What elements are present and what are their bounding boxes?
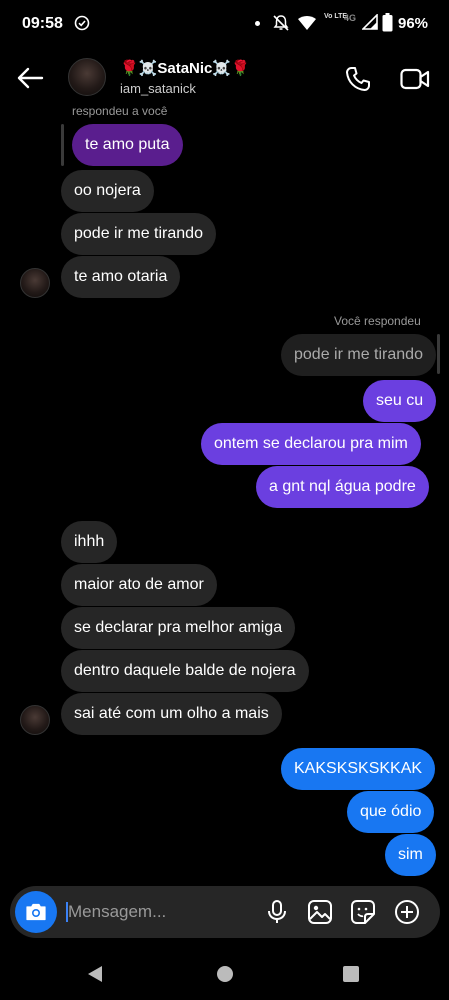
reply-line <box>437 334 440 374</box>
battery-level: 96% <box>398 15 429 32</box>
sender-avatar[interactable] <box>20 705 50 735</box>
battery-icon <box>382 13 393 32</box>
plus-circle-icon[interactable] <box>394 899 420 925</box>
reply-quote-bubble[interactable]: te amo puta <box>72 124 183 166</box>
message-outgoing[interactable]: ontem se declarou pra mim <box>201 423 421 465</box>
camera-button[interactable] <box>15 891 57 933</box>
reply-line <box>61 124 64 166</box>
contact-username[interactable]: iam_satanick <box>120 81 196 96</box>
microphone-icon[interactable] <box>264 899 290 925</box>
video-call-icon[interactable] <box>400 67 430 91</box>
network-label: 4G <box>344 13 357 23</box>
back-arrow-icon[interactable] <box>16 66 44 90</box>
contact-avatar[interactable] <box>68 58 106 96</box>
gallery-icon[interactable] <box>307 899 333 925</box>
message-composer: Mensagem... <box>10 886 440 938</box>
sticker-icon[interactable] <box>350 899 376 925</box>
contact-name-text: SataNic <box>157 60 213 77</box>
contact-name[interactable]: 🌹☠️SataNic☠️🌹 <box>120 59 250 77</box>
message-incoming[interactable]: ihhh <box>61 521 118 563</box>
check-circle-icon <box>74 15 90 31</box>
sender-avatar[interactable] <box>20 268 50 298</box>
message-incoming[interactable]: pode ir me tirando <box>61 213 216 255</box>
message-outgoing[interactable]: KAKSKSKSKKAK <box>281 748 436 790</box>
message-input[interactable]: Mensagem... <box>68 902 166 922</box>
name-prefix-emoji: 🌹☠️ <box>120 60 158 77</box>
reply-label-outgoing: Você respondeu <box>334 314 421 328</box>
nav-back-icon[interactable] <box>87 965 103 983</box>
reply-quote-bubble[interactable]: pode ir me tirando <box>281 334 436 376</box>
message-outgoing[interactable]: a gnt nql água podre <box>256 466 429 508</box>
camera-icon <box>26 903 46 921</box>
chat-header: 🌹☠️SataNic☠️🌹 iam_satanick <box>0 50 449 106</box>
message-incoming[interactable]: dentro daquele balde de nojera <box>61 650 309 692</box>
phone-call-icon[interactable] <box>345 66 371 92</box>
message-outgoing[interactable]: que ódio <box>347 791 435 833</box>
status-bar: 09:58 Vo LTE 4G 96% <box>0 0 449 48</box>
system-nav-bar <box>0 948 449 1000</box>
nav-home-icon[interactable] <box>217 966 233 982</box>
signal-icon <box>362 14 378 30</box>
notification-dot-icon <box>255 21 260 26</box>
message-incoming[interactable]: te amo otaria <box>61 256 181 298</box>
wifi-icon <box>298 16 316 30</box>
message-incoming[interactable]: se declarar pra melhor amiga <box>61 607 296 649</box>
message-outgoing[interactable]: sim <box>385 834 436 876</box>
message-outgoing[interactable]: seu cu <box>363 380 437 422</box>
nav-recents-icon[interactable] <box>343 966 359 982</box>
message-incoming[interactable]: sai até com um olho a mais <box>61 693 282 735</box>
reply-label-incoming: respondeu a você <box>72 104 168 118</box>
name-suffix-emoji: ☠️🌹 <box>212 60 250 77</box>
message-incoming[interactable]: oo nojera <box>61 170 154 212</box>
message-incoming[interactable]: maior ato de amor <box>61 564 217 606</box>
status-time: 09:58 <box>22 15 63 32</box>
mute-bell-icon <box>273 15 289 31</box>
